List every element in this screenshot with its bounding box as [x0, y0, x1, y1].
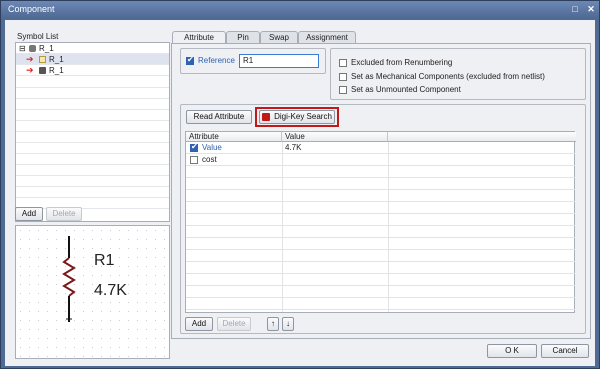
divider	[16, 131, 169, 132]
dialog-body: Symbol List ⊟ R_1 ➔ R_1 ➔ R_1 Add Delete…	[5, 20, 595, 366]
symbol-icon	[39, 67, 46, 74]
reference-checkbox[interactable]	[186, 55, 194, 65]
divider	[16, 175, 169, 176]
symbol-label: R_1	[49, 55, 64, 64]
divider	[16, 142, 169, 143]
table-row	[186, 166, 575, 178]
attribute-delete-button[interactable]: Delete	[217, 317, 251, 331]
divider	[16, 98, 169, 99]
component-dialog: Component □ ✕ Symbol List ⊟ R_1 ➔ R_1 ➔ …	[0, 0, 600, 369]
reference-input[interactable]: R1	[239, 54, 319, 68]
row-value[interactable]: 4.7K	[285, 143, 301, 152]
cancel-button[interactable]: Cancel	[541, 344, 589, 358]
attribute-add-button[interactable]: Add	[185, 317, 213, 331]
divider	[16, 87, 169, 88]
list-item[interactable]: ➔ R_1	[16, 54, 169, 65]
table-row	[186, 178, 575, 190]
options-group: Excluded from Renumbering Set as Mechani…	[330, 48, 586, 100]
reference-group: Reference R1	[180, 48, 326, 74]
divider	[16, 109, 169, 110]
reference-label: Reference	[198, 56, 235, 65]
column-header-value[interactable]: Value	[282, 132, 388, 142]
column-divider	[282, 142, 283, 312]
symbol-preview: R1 4.7K	[15, 225, 170, 359]
divider	[16, 120, 169, 121]
mechanical-component-checkbox[interactable]	[339, 73, 347, 81]
excluded-renumbering-checkbox[interactable]	[339, 59, 347, 67]
table-row	[186, 298, 575, 310]
divider	[16, 153, 169, 154]
symbol-add-button[interactable]: Add	[15, 207, 43, 221]
divider	[16, 186, 169, 187]
read-attribute-button[interactable]: Read Attribute	[186, 110, 252, 124]
unmounted-component-checkbox[interactable]	[339, 86, 347, 94]
window-title: Component	[8, 4, 55, 14]
table-row	[186, 226, 575, 238]
symbol-label: R_1	[49, 66, 64, 75]
divider	[16, 197, 169, 198]
table-row[interactable]: cost	[186, 154, 575, 166]
title-bar: Component □ ✕	[1, 1, 599, 18]
attribute-table[interactable]: Attribute Value Value 4.7K cost	[185, 131, 576, 313]
list-item[interactable]: ➔ R_1	[16, 65, 169, 76]
arrow-right-icon: ➔	[26, 65, 34, 75]
table-row[interactable]: Value 4.7K	[186, 142, 575, 154]
mechanical-component-label: Set as Mechanical Components (excluded f…	[351, 72, 545, 81]
tab-assignment[interactable]: Assignment	[298, 31, 356, 43]
collapse-icon[interactable]: ⊟	[19, 44, 26, 53]
table-row	[186, 238, 575, 250]
close-icon[interactable]: ✕	[583, 2, 599, 16]
ok-button[interactable]: O K	[487, 344, 537, 358]
column-header-extra	[388, 132, 576, 142]
tab-swap[interactable]: Swap	[260, 31, 298, 43]
column-divider	[388, 142, 389, 312]
table-row	[186, 214, 575, 226]
arrow-right-icon: ➔	[26, 54, 34, 64]
table-row	[186, 262, 575, 274]
excluded-renumbering-label: Excluded from Renumbering	[351, 58, 453, 67]
row-attribute: cost	[202, 155, 217, 164]
table-row	[186, 202, 575, 214]
preview-value: 4.7K	[94, 282, 127, 299]
attribute-group: Read Attribute Digi-Key Search Attribute…	[180, 104, 586, 334]
column-header-attribute[interactable]: Attribute	[186, 132, 282, 142]
symbol-icon	[39, 56, 46, 63]
move-down-button[interactable]: ↓	[282, 317, 294, 331]
table-row	[186, 190, 575, 202]
list-item[interactable]: ⊟ R_1	[16, 43, 169, 54]
digikey-icon	[262, 113, 270, 121]
symbol-label: R_1	[39, 44, 54, 53]
component-icon	[29, 45, 36, 52]
unmounted-component-label: Set as Unmounted Component	[351, 85, 461, 94]
divider	[16, 164, 169, 165]
maximize-icon[interactable]: □	[567, 2, 583, 16]
row-attribute: Value	[202, 143, 222, 152]
digikey-search-button[interactable]: Digi-Key Search	[259, 110, 335, 124]
symbol-delete-button[interactable]: Delete	[46, 207, 82, 221]
attribute-panel: Reference R1 Excluded from Renumbering S…	[171, 43, 591, 339]
symbol-list[interactable]: ⊟ R_1 ➔ R_1 ➔ R_1	[15, 42, 170, 222]
row-checkbox[interactable]	[190, 156, 198, 164]
symbol-list-title: Symbol List	[17, 32, 59, 41]
row-checkbox[interactable]	[190, 142, 198, 152]
table-row	[186, 286, 575, 298]
table-row	[186, 250, 575, 262]
tab-pin[interactable]: Pin	[226, 31, 260, 43]
move-up-button[interactable]: ↑	[267, 317, 279, 331]
table-row	[186, 274, 575, 286]
preview-ref: R1	[94, 252, 115, 269]
